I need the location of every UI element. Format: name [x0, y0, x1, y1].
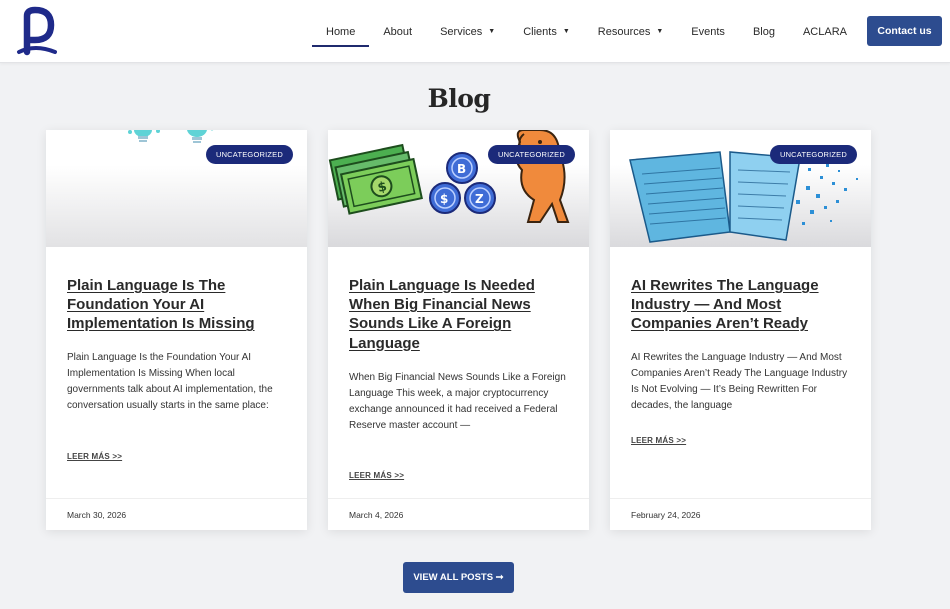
nav-resources[interactable]: Resources ▼: [584, 0, 678, 63]
read-more-link[interactable]: LEER MÁS >>: [349, 471, 404, 480]
nav-aclara[interactable]: ACLARA: [789, 0, 861, 63]
caret-down-icon: ▼: [656, 28, 664, 35]
nav-label: Blog: [752, 25, 775, 38]
page-title: Blog: [427, 84, 491, 113]
category-badge[interactable]: UNCATEGORIZED: [205, 145, 293, 164]
svg-text:B: B: [457, 162, 466, 176]
caret-down-icon: ▼: [562, 28, 570, 35]
nav-events[interactable]: Events: [677, 0, 739, 63]
company-logo[interactable]: [15, 6, 57, 56]
contact-us-button[interactable]: Contact us: [867, 16, 942, 46]
post-thumbnail[interactable]: UNCATEGORIZED: [46, 130, 307, 247]
caret-down-icon: ▼: [488, 28, 496, 35]
post-thumbnail[interactable]: $ B $ Z UNCATEGORIZED: [328, 130, 589, 247]
card-footer: March 4, 2026: [328, 498, 589, 530]
card-footer: March 30, 2026: [46, 498, 307, 530]
post-excerpt: Plain Language Is the Foundation Your AI…: [67, 352, 273, 411]
nav-label: Events: [691, 25, 725, 38]
post-excerpt: AI Rewrites the Language Industry — And …: [631, 352, 848, 411]
nav-label: About: [383, 25, 413, 38]
nav-label: ACLARA: [802, 25, 847, 38]
nav-home[interactable]: Home: [312, 0, 370, 63]
svg-text:Z: Z: [475, 192, 484, 206]
nav-label: Services: [440, 25, 483, 38]
read-more-link[interactable]: LEER MÁS >>: [631, 436, 686, 445]
nav-services[interactable]: Services ▼: [426, 0, 509, 63]
post-title-link[interactable]: Plain Language Is Needed When Big Financ…: [349, 276, 569, 353]
blog-card: UNCATEGORIZED AI Rewrites The Language I…: [610, 130, 871, 530]
blog-card: UNCATEGORIZED Plain Language Is The Foun…: [46, 130, 307, 530]
post-title-link[interactable]: Plain Language Is The Foundation Your AI…: [67, 276, 287, 334]
nav-clients[interactable]: Clients ▼: [509, 0, 584, 63]
nav-label: Clients: [523, 25, 557, 38]
main-nav: Home About Services ▼ Clients ▼ Resources ▼…: [312, 0, 861, 63]
post-excerpt: When Big Financial News Sounds Like a Fo…: [349, 372, 566, 431]
view-all-posts-button[interactable]: VIEW ALL POSTS ➞: [403, 562, 514, 593]
category-badge[interactable]: UNCATEGORIZED: [487, 145, 575, 164]
site-header: Home About Services ▼ Clients ▼ Resources ▼…: [0, 0, 950, 63]
post-date: February 24, 2026: [631, 510, 701, 520]
nav-label: Home: [326, 25, 356, 38]
category-badge[interactable]: UNCATEGORIZED: [769, 145, 857, 164]
post-thumbnail[interactable]: UNCATEGORIZED: [610, 130, 871, 247]
blog-card: $ B $ Z UNCATEGORIZED Plain Language Is …: [328, 130, 589, 530]
read-more-link[interactable]: LEER MÁS >>: [67, 452, 122, 461]
nav-about[interactable]: About: [369, 0, 426, 63]
post-date: March 4, 2026: [349, 510, 404, 520]
nav-blog[interactable]: Blog: [739, 0, 789, 63]
post-title-link[interactable]: AI Rewrites The Language Industry — And …: [631, 276, 851, 334]
svg-text:$: $: [440, 192, 448, 206]
post-date: March 30, 2026: [67, 510, 127, 520]
nav-label: Resources: [597, 25, 651, 38]
card-footer: February 24, 2026: [610, 498, 871, 530]
